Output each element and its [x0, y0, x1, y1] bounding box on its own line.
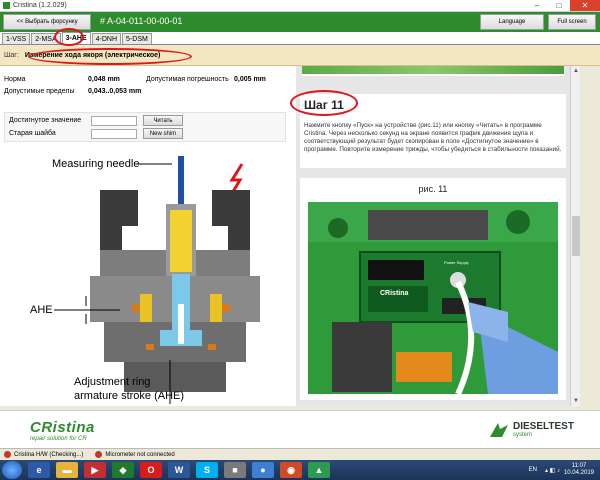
hardware-status: Cristina H/W (Checking...) [4, 451, 83, 458]
injector-cross-section [54, 156, 260, 450]
minimize-button[interactable]: – [526, 0, 548, 11]
app-icon [3, 2, 10, 9]
tab-vss[interactable]: 1-VSS [2, 33, 31, 44]
instructions-panel: Шаг 11 Нажмите кнопку «Пуск» на устройст… [296, 66, 570, 406]
device-panel-label: Power Supply [444, 260, 469, 265]
step-label: Шаг: [4, 52, 19, 59]
clock-date: 10.04.2019 [563, 470, 594, 476]
status-red-dot-icon [95, 451, 103, 458]
instructions-scrollbar[interactable]: ▲ ▼ [570, 66, 580, 406]
app-header: << Выбрать форсунку # A-04-011-00-00-01 … [0, 12, 600, 32]
left-panel: Норма 0,048 mm Допустимая погрешность 0,… [0, 66, 296, 450]
app-icon-11[interactable]: ▲ [308, 462, 330, 478]
opera-icon[interactable]: O [140, 462, 162, 478]
fullscreen-button[interactable]: Full screen [548, 14, 596, 30]
test-tabs: 1-VSS 2-MSA 3-AHE 4-DNH 5-DSM [0, 32, 600, 45]
measuring-needle-shape [178, 156, 184, 208]
device-photo: CRistina Power Supply [308, 202, 558, 394]
norm-label: Норма [4, 76, 26, 83]
tab-dnh[interactable]: 4-DNH [91, 33, 122, 44]
step-title-highlight-circle [290, 90, 358, 116]
system-tray: EN ▴ ◧ ♪ 11:07 10.04.2019 [529, 460, 600, 480]
start-button[interactable] [2, 461, 22, 479]
ahe-label: AHE [30, 304, 53, 316]
cristina-app-icon[interactable]: ◆ [112, 462, 134, 478]
dieseltest-icon [490, 423, 508, 437]
device-photo-illustration [308, 202, 558, 394]
brand-name: CRistina [30, 419, 95, 436]
limits-value: 0,043..0,053 mm [88, 88, 142, 95]
previous-photo-strip [302, 66, 564, 76]
status-red-dot-icon [4, 451, 11, 458]
language-button[interactable]: Language [480, 14, 544, 30]
scroll-down-icon[interactable]: ▼ [571, 396, 581, 406]
skype-icon[interactable]: S [196, 462, 218, 478]
injector-diagram: Measuring needle AHE Adjustment ring arm… [20, 154, 270, 450]
hardware-status-text: Cristina H/W (Checking...) [14, 451, 84, 458]
micrometer-status: Micrometer not connected [95, 451, 175, 458]
norm-value: 0,048 mm [88, 76, 120, 83]
device-brand-label: CRistina [380, 290, 409, 297]
tolerance-value: 0,005 mm [234, 76, 266, 83]
tray-icons[interactable]: ▴ ◧ ♪ [545, 467, 560, 474]
folder-icon[interactable]: ▬ [56, 462, 78, 478]
old-shim-label: Старая шайба [9, 130, 56, 137]
cristina-logo: CRistina repair solution for CR [30, 419, 95, 442]
clock[interactable]: 11:07 10.04.2019 [564, 463, 594, 477]
window-title: Cristina (1.2.029) [13, 2, 67, 9]
tab-dsm[interactable]: 5-DSM [122, 33, 152, 44]
old-shim-field[interactable] [91, 129, 137, 139]
new-shim-button[interactable]: New shim [143, 128, 183, 139]
app-footer: CRistina repair solution for CR DIESELTE… [0, 410, 600, 448]
scroll-up-icon[interactable]: ▲ [571, 66, 581, 76]
tab-highlight-circle [54, 28, 84, 46]
clock-time: 11:07 [571, 463, 587, 469]
scroll-thumb[interactable] [572, 216, 580, 256]
step-highlight-circle [28, 48, 192, 65]
dieseltest-sub: system [513, 432, 533, 438]
language-indicator[interactable]: EN [529, 467, 537, 473]
limits-label: Допустимые пределы [4, 88, 75, 95]
dieseltest-logo: DIESELTEST system [488, 421, 574, 439]
achieved-value-field[interactable] [91, 116, 137, 126]
app-icon-8[interactable]: ■ [224, 462, 246, 478]
select-injector-button[interactable]: << Выбрать форсунку [3, 14, 91, 30]
app-icon-10[interactable]: ◉ [280, 462, 302, 478]
app-icon-9[interactable]: ● [252, 462, 274, 478]
window-titlebar: Cristina (1.2.029) – □ ✕ [0, 0, 600, 12]
micrometer-status-text: Micrometer not connected [105, 451, 175, 458]
ie-icon[interactable]: e [28, 462, 50, 478]
windows-taskbar: e ▬ ▶ ◆ O W S ■ ● ◉ ▲ EN ▴ ◧ ♪ 11:07 10.… [0, 460, 600, 480]
status-bar: Cristina H/W (Checking...) Micrometer no… [0, 448, 600, 460]
injector-code: # A-04-011-00-00-01 [100, 16, 183, 26]
measuring-needle-label: Measuring needle [52, 158, 140, 170]
adjustment-ring-label-2: armature stroke (AHE) [74, 390, 185, 402]
achieved-label: Достигнутое значение [9, 117, 82, 124]
window-controls: – □ ✕ [526, 0, 600, 11]
measurement-inputs: Достигнутое значение Читать Старая шайба… [4, 112, 286, 142]
step-instructions: Нажмите кнопку «Пуск» на устройстве (рис… [304, 122, 562, 153]
photo-card: рис. 11 CRistina Power Supply [300, 178, 566, 400]
word-icon[interactable]: W [168, 462, 190, 478]
maximize-button[interactable]: □ [548, 0, 570, 11]
adjustment-ring-label-1: Adjustment ring [74, 376, 151, 388]
tolerance-label: Допустимая погрешность [146, 76, 229, 83]
read-button[interactable]: Читать [143, 115, 183, 126]
close-button[interactable]: ✕ [570, 0, 600, 11]
media-icon[interactable]: ▶ [84, 462, 106, 478]
dieseltest-name: DIESELTEST [513, 421, 574, 432]
brand-tagline: repair solution for CR [30, 436, 87, 442]
figure-caption: рис. 11 [418, 184, 448, 194]
